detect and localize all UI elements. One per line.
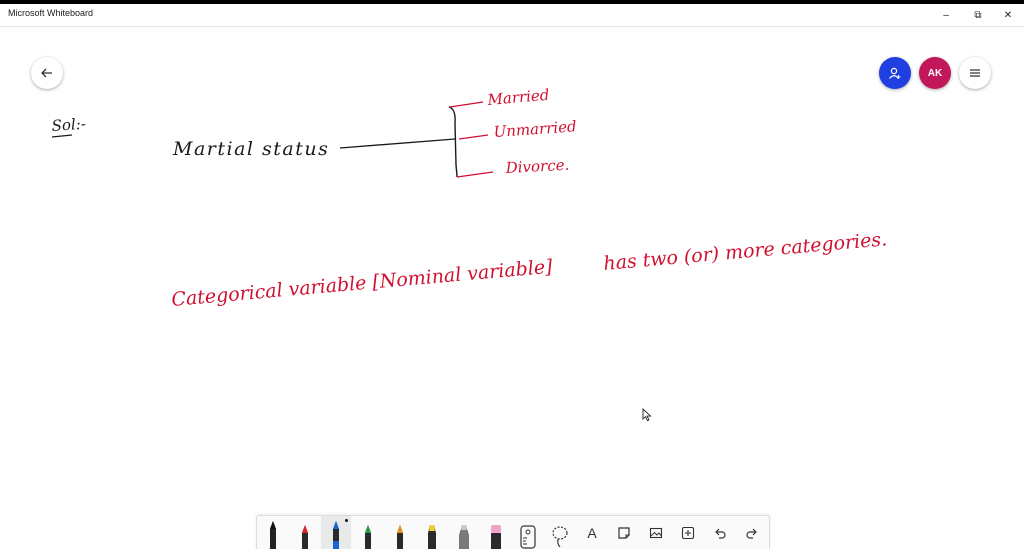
invite-button[interactable] xyxy=(879,57,911,89)
lasso-icon xyxy=(552,526,568,548)
title-bar: Microsoft Whiteboard – ⧉ ✕ xyxy=(0,4,1024,27)
avatar-initials: AK xyxy=(927,67,943,79)
pen-icon xyxy=(270,521,276,549)
ink-layer: Sol:- Martial status Married Unmarried D… xyxy=(51,86,888,311)
add-person-icon xyxy=(889,67,901,79)
mouse-pointer-icon xyxy=(642,408,652,422)
pen-icon xyxy=(302,525,308,549)
insert-image-tool[interactable] xyxy=(641,516,671,549)
martial-status-text: Martial status xyxy=(172,138,329,160)
minimize-button[interactable]: – xyxy=(930,4,962,26)
active-indicator-dot xyxy=(345,519,348,522)
highlighter-icon xyxy=(459,525,469,549)
inking-toolbar: A xyxy=(256,515,770,549)
eraser-tool[interactable] xyxy=(481,516,511,549)
note-icon xyxy=(618,526,630,539)
branch-married: Married xyxy=(486,86,550,109)
ruler-tool[interactable] xyxy=(513,516,543,549)
maximize-button[interactable]: ⧉ xyxy=(962,4,994,26)
pen-black-tool[interactable] xyxy=(258,516,288,549)
undo-icon xyxy=(715,528,726,539)
pen-orange-tool[interactable] xyxy=(385,516,415,549)
ruler-icon xyxy=(520,525,536,549)
undo-button[interactable] xyxy=(705,516,735,549)
pen-green-tool[interactable] xyxy=(353,516,383,549)
highlighter-gray-tool[interactable] xyxy=(449,516,479,549)
branch-unmarried: Unmarried xyxy=(493,117,577,141)
sol-label: Sol:- xyxy=(51,115,86,135)
branch-divorce: Divorce. xyxy=(504,156,569,177)
eraser-icon xyxy=(491,525,501,549)
add-icon xyxy=(681,526,695,539)
whiteboard-canvas[interactable]: Sol:- Martial status Married Unmarried D… xyxy=(0,27,1024,548)
sol-underline xyxy=(51,134,73,138)
highlighter-yellow-tool[interactable] xyxy=(417,516,447,549)
sticky-note-tool[interactable] xyxy=(609,516,639,549)
branch-line-unmarried xyxy=(458,134,489,140)
close-icon: ✕ xyxy=(1003,9,1013,21)
connector-line xyxy=(339,138,456,149)
pen-icon xyxy=(365,525,371,549)
branch-bracket xyxy=(448,106,458,178)
categories-text: has two (or) more categories. xyxy=(603,228,888,275)
redo-button[interactable] xyxy=(737,516,767,549)
pen-red-tool[interactable] xyxy=(290,516,320,549)
close-window-button[interactable]: ✕ xyxy=(992,4,1024,26)
hamburger-menu-icon xyxy=(970,69,980,77)
text-icon: A xyxy=(587,524,597,541)
back-button[interactable] xyxy=(31,57,63,89)
lasso-select-tool[interactable] xyxy=(545,516,575,549)
text-tool[interactable]: A xyxy=(577,516,607,549)
pen-blue-tool[interactable] xyxy=(321,516,351,549)
user-avatar[interactable]: AK xyxy=(919,57,951,89)
app-title: Microsoft Whiteboard xyxy=(8,8,94,18)
redo-icon xyxy=(746,528,757,539)
settings-menu-button[interactable] xyxy=(959,57,991,89)
branch-line-divorce xyxy=(456,171,494,178)
highlighter-icon xyxy=(428,525,436,549)
pen-icon xyxy=(333,521,339,549)
minimize-icon: – xyxy=(943,9,949,21)
branch-line-married xyxy=(449,101,484,108)
arrow-left-icon xyxy=(41,68,52,78)
categorical-variable-text: Categorical variable [Nominal variable] xyxy=(171,256,554,311)
restore-icon: ⧉ xyxy=(974,9,982,21)
add-content-tool[interactable] xyxy=(673,516,703,549)
image-icon xyxy=(649,527,663,538)
pen-icon xyxy=(397,525,403,549)
